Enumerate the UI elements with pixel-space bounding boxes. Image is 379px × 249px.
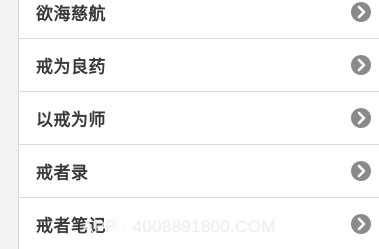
chevron-right-circle-icon (351, 55, 371, 75)
list-item-jiezhe-biji[interactable]: 戒者笔记 (19, 198, 379, 249)
chevron-right-circle-icon (351, 161, 371, 181)
list-item-jiewei-liangyao[interactable]: 戒为良药 (19, 39, 379, 92)
screen: 欲海慈航 戒为良药 以戒为师 戒者录 戒者笔记 APP · 4008891800… (0, 0, 379, 249)
chevron-right-circle-icon (351, 108, 371, 128)
list-item-label: 戒者笔记 (36, 216, 106, 236)
list-item-label: 以戒为师 (36, 110, 106, 131)
chevron-right-circle-icon (351, 213, 371, 234)
list-item-label: 戒者录 (36, 163, 89, 184)
list-item-label: 戒为良药 (36, 57, 106, 78)
chevron-right-circle-icon (351, 2, 371, 22)
menu-list: 欲海慈航 戒为良药 以戒为师 戒者录 戒者笔记 (18, 0, 379, 249)
list-item-jiezhe-lu[interactable]: 戒者录 (19, 145, 379, 198)
list-item-yuhai-cihang[interactable]: 欲海慈航 (19, 0, 379, 39)
list-item-yijie-weishi[interactable]: 以戒为师 (19, 92, 379, 145)
list-item-label: 欲海慈航 (36, 4, 106, 25)
